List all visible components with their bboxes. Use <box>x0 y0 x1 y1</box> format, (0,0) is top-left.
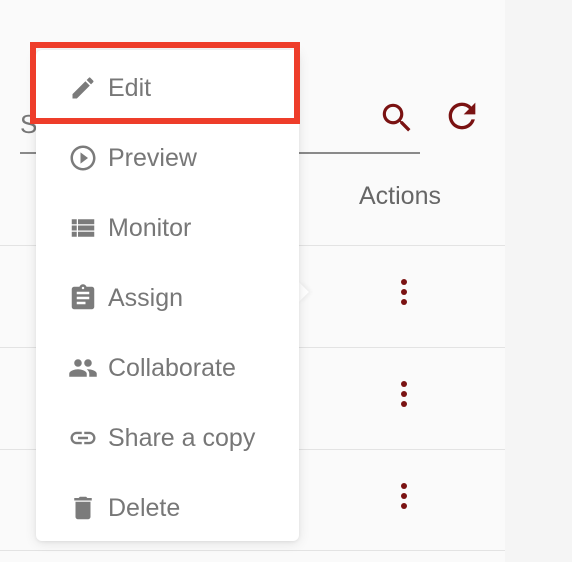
menu-item-label: Share a copy <box>108 423 256 452</box>
menu-item-assign[interactable]: Assign <box>36 268 299 328</box>
row-more-button[interactable] <box>392 476 416 516</box>
refresh-icon <box>442 96 482 141</box>
people-icon <box>68 353 98 383</box>
play-circle-icon <box>68 143 98 173</box>
menu-item-label: Assign <box>108 283 184 312</box>
more-vert-icon <box>401 381 407 387</box>
menu-item-preview[interactable]: Preview <box>36 128 299 188</box>
trash-icon <box>68 493 98 523</box>
actions-column-header: Actions <box>359 182 441 210</box>
menu-item-monitor[interactable]: Monitor <box>36 198 299 258</box>
row-more-button[interactable] <box>392 374 416 414</box>
clipboard-icon <box>68 283 98 313</box>
search-button[interactable] <box>375 98 419 142</box>
refresh-button[interactable] <box>440 96 484 140</box>
search-icon <box>378 99 416 142</box>
menu-item-delete[interactable]: Delete <box>36 478 299 538</box>
list-icon <box>68 213 98 243</box>
background-strip <box>505 0 572 562</box>
link-icon <box>68 423 98 453</box>
menu-item-label: Edit <box>108 73 152 102</box>
menu-item-label: Preview <box>108 143 197 172</box>
menu-item-label: Monitor <box>108 213 192 242</box>
menu-item-label: Delete <box>108 493 181 522</box>
row-divider <box>0 550 505 551</box>
menu-item-collaborate[interactable]: Collaborate <box>36 338 299 398</box>
menu-item-label: Collaborate <box>108 353 236 382</box>
menu-item-share-copy[interactable]: Share a copy <box>36 408 299 468</box>
more-vert-icon <box>401 483 407 489</box>
row-more-button[interactable] <box>392 272 416 312</box>
menu-item-edit[interactable]: Edit <box>36 58 299 118</box>
pencil-icon <box>68 73 98 103</box>
more-vert-icon <box>401 279 407 285</box>
